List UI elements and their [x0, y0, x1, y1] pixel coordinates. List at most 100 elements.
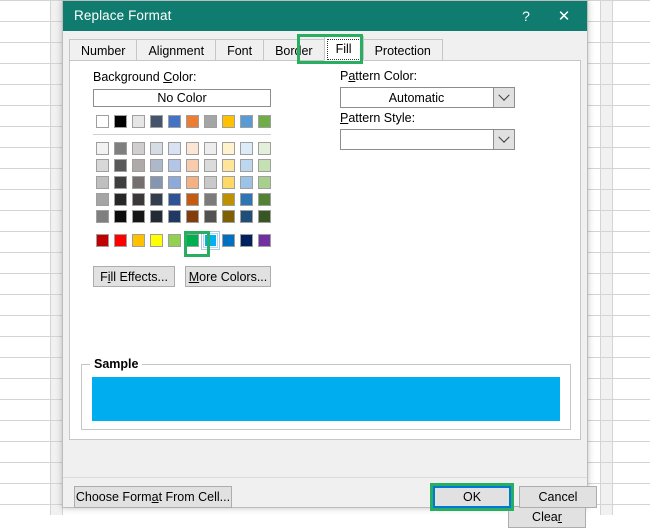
- theme-variant-swatch-3-8[interactable]: [239, 193, 253, 206]
- color-swatch-cell[interactable]: [237, 208, 255, 225]
- color-swatch-cell[interactable]: [129, 140, 147, 157]
- color-swatch-cell[interactable]: [255, 157, 273, 174]
- cancel-button[interactable]: Cancel: [519, 486, 597, 508]
- standard-color-swatch-3[interactable]: [149, 234, 163, 247]
- standard-color-swatch-7[interactable]: [221, 234, 235, 247]
- ok-button[interactable]: OK: [433, 486, 511, 508]
- theme-variant-swatch-3-2[interactable]: [131, 193, 145, 206]
- theme-variant-swatch-1-5[interactable]: [185, 159, 199, 172]
- color-swatch-cell[interactable]: [183, 140, 201, 157]
- theme-variant-swatch-1-4[interactable]: [167, 159, 181, 172]
- theme-variant-swatch-2-7[interactable]: [221, 176, 235, 189]
- color-swatch-cell[interactable]: [183, 232, 201, 249]
- color-swatch-cell[interactable]: [219, 174, 237, 191]
- theme-variant-swatch-4-0[interactable]: [95, 210, 109, 223]
- fill-effects-button[interactable]: Fill Effects...: [93, 266, 175, 287]
- color-swatch-cell[interactable]: [147, 232, 165, 249]
- theme-variant-swatch-1-3[interactable]: [149, 159, 163, 172]
- color-swatch-cell[interactable]: [147, 208, 165, 225]
- color-swatch-cell[interactable]: [111, 208, 129, 225]
- no-color-button[interactable]: No Color: [93, 89, 271, 107]
- color-swatch-cell[interactable]: [237, 140, 255, 157]
- color-swatch-cell[interactable]: [111, 113, 129, 130]
- clear-button[interactable]: Clear: [508, 506, 586, 528]
- color-swatch-cell[interactable]: [201, 113, 219, 130]
- pattern-style-combobox[interactable]: [340, 129, 515, 150]
- chevron-down-icon[interactable]: [493, 88, 514, 107]
- theme-color-swatch-2[interactable]: [131, 115, 145, 128]
- color-swatch-cell[interactable]: [255, 140, 273, 157]
- color-swatch-cell[interactable]: [129, 208, 147, 225]
- theme-variant-swatch-3-5[interactable]: [185, 193, 199, 206]
- tab-protection[interactable]: Protection: [362, 39, 443, 61]
- chevron-down-icon[interactable]: [493, 130, 514, 149]
- theme-variant-swatch-0-1[interactable]: [113, 142, 127, 155]
- color-swatch-cell[interactable]: [219, 157, 237, 174]
- theme-color-swatch-3[interactable]: [149, 115, 163, 128]
- color-swatch-cell[interactable]: [237, 113, 255, 130]
- color-swatch-cell[interactable]: [183, 174, 201, 191]
- theme-variant-swatch-1-2[interactable]: [131, 159, 145, 172]
- color-swatch-cell[interactable]: [255, 113, 273, 130]
- choose-format-from-cell-button[interactable]: Choose Format From Cell...: [74, 486, 232, 508]
- dialog-titlebar[interactable]: Replace Format ? ✕: [63, 1, 587, 31]
- color-swatch-cell[interactable]: [237, 157, 255, 174]
- theme-color-swatch-7[interactable]: [221, 115, 235, 128]
- theme-color-swatch-5[interactable]: [185, 115, 199, 128]
- theme-variant-swatch-4-5[interactable]: [185, 210, 199, 223]
- color-swatch-cell[interactable]: [147, 174, 165, 191]
- theme-variant-swatch-1-8[interactable]: [239, 159, 253, 172]
- color-swatch-cell[interactable]: [129, 157, 147, 174]
- theme-variant-swatch-3-9[interactable]: [257, 193, 271, 206]
- color-swatch-cell[interactable]: [165, 191, 183, 208]
- theme-variant-swatch-4-6[interactable]: [203, 210, 217, 223]
- color-swatch-cell[interactable]: [165, 174, 183, 191]
- theme-variant-swatch-3-6[interactable]: [203, 193, 217, 206]
- color-swatch-cell[interactable]: [93, 191, 111, 208]
- tab-font[interactable]: Font: [215, 39, 265, 61]
- theme-variant-swatch-1-9[interactable]: [257, 159, 271, 172]
- color-swatch-cell[interactable]: [111, 174, 129, 191]
- standard-color-swatch-0[interactable]: [95, 234, 109, 247]
- color-swatch-cell[interactable]: [255, 191, 273, 208]
- color-swatch-cell[interactable]: [183, 191, 201, 208]
- theme-variant-swatch-1-1[interactable]: [113, 159, 127, 172]
- color-swatch-cell[interactable]: [219, 232, 237, 249]
- color-swatch-cell[interactable]: [165, 157, 183, 174]
- theme-variant-swatch-4-2[interactable]: [131, 210, 145, 223]
- theme-variant-swatch-0-0[interactable]: [95, 142, 109, 155]
- theme-variant-swatch-4-9[interactable]: [257, 210, 271, 223]
- more-colors-button[interactable]: More Colors...: [185, 266, 271, 287]
- color-swatch-cell[interactable]: [201, 174, 219, 191]
- pattern-color-combobox[interactable]: Automatic: [340, 87, 515, 108]
- theme-variant-swatch-2-2[interactable]: [131, 176, 145, 189]
- theme-variant-swatch-2-6[interactable]: [203, 176, 217, 189]
- color-swatch-cell[interactable]: [219, 208, 237, 225]
- color-swatch-cell[interactable]: [219, 140, 237, 157]
- theme-variant-swatch-4-7[interactable]: [221, 210, 235, 223]
- color-swatch-cell[interactable]: [129, 174, 147, 191]
- theme-color-swatch-1[interactable]: [113, 115, 127, 128]
- theme-variant-swatch-2-1[interactable]: [113, 176, 127, 189]
- color-swatch-cell[interactable]: [255, 174, 273, 191]
- theme-variant-swatch-0-5[interactable]: [185, 142, 199, 155]
- theme-variant-swatch-0-8[interactable]: [239, 142, 253, 155]
- color-swatch-cell[interactable]: [201, 208, 219, 225]
- color-swatch-cell[interactable]: [93, 174, 111, 191]
- tab-number[interactable]: Number: [69, 39, 138, 61]
- theme-variant-swatch-4-1[interactable]: [113, 210, 127, 223]
- theme-variant-swatch-0-7[interactable]: [221, 142, 235, 155]
- standard-color-swatch-2[interactable]: [131, 234, 145, 247]
- tab-border[interactable]: Border: [263, 39, 325, 61]
- color-swatch-cell[interactable]: [165, 208, 183, 225]
- theme-variant-swatch-4-3[interactable]: [149, 210, 163, 223]
- color-swatch-cell[interactable]: [201, 191, 219, 208]
- color-swatch-cell[interactable]: [93, 140, 111, 157]
- color-swatch-cell[interactable]: [93, 113, 111, 130]
- color-swatch-cell[interactable]: [237, 191, 255, 208]
- color-swatch-cell[interactable]: [93, 208, 111, 225]
- color-swatch-cell[interactable]: [201, 140, 219, 157]
- theme-variant-swatch-1-7[interactable]: [221, 159, 235, 172]
- theme-variant-swatch-0-3[interactable]: [149, 142, 163, 155]
- color-swatch-cell[interactable]: [165, 140, 183, 157]
